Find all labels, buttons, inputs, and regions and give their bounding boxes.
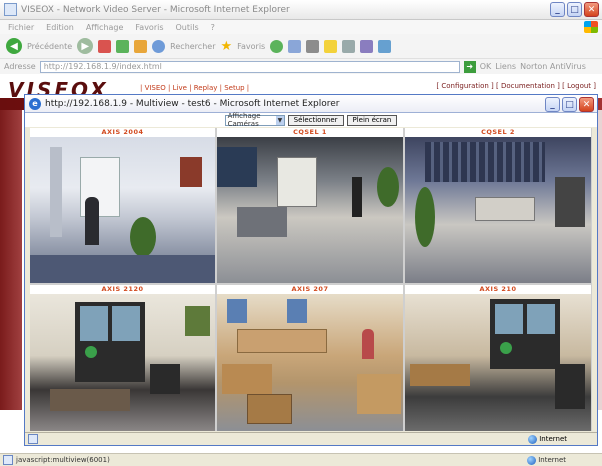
- go-arrow-icon[interactable]: ➜: [463, 60, 476, 73]
- camera-tile[interactable]: CQSEL 1: [217, 128, 403, 283]
- fullscreen-button[interactable]: Plein écran: [346, 114, 398, 126]
- popup-close-button[interactable]: ✕: [579, 97, 594, 112]
- multiview-popup: e http://192.168.1.9 - Multiview - test6…: [24, 94, 598, 446]
- camera-label: AXIS 210: [405, 285, 591, 294]
- refresh-icon[interactable]: [116, 39, 130, 53]
- browser-window: VISEOX - Network Video Server - Microsof…: [0, 0, 602, 466]
- address-input[interactable]: http://192.168.1.9/index.html: [39, 60, 460, 73]
- close-button[interactable]: ✕: [584, 2, 599, 17]
- stop-icon[interactable]: [98, 39, 112, 53]
- go-label[interactable]: OK: [480, 62, 492, 71]
- discuss-icon[interactable]: [360, 39, 374, 53]
- menu-help[interactable]: ?: [211, 23, 215, 32]
- camera-feed[interactable]: [30, 137, 215, 283]
- search-icon[interactable]: [152, 39, 166, 53]
- globe-icon: [527, 455, 537, 465]
- mail-icon[interactable]: [288, 39, 302, 53]
- camera-feed[interactable]: [30, 294, 215, 431]
- status-zone-label: Internet: [538, 456, 566, 464]
- back-arrow-icon[interactable]: ◀: [6, 38, 22, 54]
- camera-label: AXIS 207: [217, 285, 403, 294]
- home-icon[interactable]: [134, 39, 148, 53]
- browser-statusbar: javascript:multiview(6001) Internet: [0, 453, 602, 466]
- popup-zone-label: Internet: [539, 435, 567, 443]
- addressbar: Adresse http://192.168.1.9/index.html ➜ …: [0, 58, 602, 74]
- minimize-button[interactable]: _: [550, 2, 565, 17]
- camera-feed[interactable]: [405, 294, 591, 431]
- chevron-down-icon[interactable]: ▼: [276, 115, 284, 125]
- camera-grid: AXIS 2004 CQSEL 1 CQSEL 2 AXIS 2120 AXIS…: [30, 128, 592, 431]
- messenger-icon[interactable]: [378, 39, 392, 53]
- camera-feed[interactable]: [217, 137, 403, 283]
- page-icon: [28, 434, 38, 444]
- folder-icon[interactable]: [324, 39, 338, 53]
- camera-label: CQSEL 2: [405, 128, 591, 137]
- camera-tile[interactable]: AXIS 2120: [30, 285, 215, 431]
- page-header-links[interactable]: [ Configuration ] [ Documentation ] [ Lo…: [436, 82, 596, 90]
- camera-tile[interactable]: CQSEL 2: [405, 128, 591, 283]
- status-text: javascript:multiview(6001): [16, 456, 110, 464]
- page-nav[interactable]: | VISEO | Live | Replay | Setup |: [140, 84, 249, 92]
- camera-layout-select[interactable]: Affichage Caméras ▼: [224, 112, 285, 128]
- favorites-star-icon[interactable]: ★: [220, 39, 232, 54]
- edit-icon[interactable]: [342, 39, 356, 53]
- menu-edit[interactable]: Edition: [46, 23, 74, 32]
- camera-tile[interactable]: AXIS 2004: [30, 128, 215, 283]
- popup-statusbar: Internet: [25, 432, 597, 445]
- search-label[interactable]: Rechercher: [170, 42, 215, 51]
- address-url: http://192.168.1.9/index.html: [43, 62, 162, 71]
- ie-icon: e: [29, 97, 41, 110]
- camera-label: AXIS 2120: [30, 285, 215, 294]
- print-icon[interactable]: [306, 39, 320, 53]
- popup-titlebar: e http://192.168.1.9 - Multiview - test6…: [25, 95, 597, 113]
- favorites-label[interactable]: Favoris: [237, 42, 265, 51]
- toolbar: ◀ Précédente ▶ Rechercher ★ Favoris: [0, 34, 602, 58]
- camera-tile[interactable]: AXIS 210: [405, 285, 591, 431]
- popup-minimize-button[interactable]: _: [545, 97, 560, 112]
- back-label[interactable]: Précédente: [27, 42, 72, 51]
- menu-favorites[interactable]: Favoris: [135, 23, 163, 32]
- links-label[interactable]: Liens: [495, 62, 516, 71]
- globe-icon: [528, 434, 538, 444]
- camera-layout-value: Affichage Caméras: [227, 112, 261, 128]
- forward-arrow-icon[interactable]: ▶: [77, 38, 94, 54]
- popup-maximize-button[interactable]: □: [562, 97, 577, 112]
- norton-label[interactable]: Norton AntiVirus: [520, 62, 586, 71]
- viewer-controls: Affichage Caméras ▼ Sélectionner Plein é…: [25, 112, 597, 128]
- camera-tile[interactable]: AXIS 207: [217, 285, 403, 431]
- camera-feed[interactable]: [217, 294, 403, 431]
- camera-label: AXIS 2004: [30, 128, 215, 137]
- select-button[interactable]: Sélectionner: [287, 114, 344, 126]
- menu-file[interactable]: Fichier: [8, 23, 34, 32]
- side-decoration: [0, 110, 22, 410]
- history-icon[interactable]: [270, 39, 284, 53]
- camera-feed[interactable]: [405, 137, 591, 283]
- page-icon: [3, 455, 13, 465]
- menu-view[interactable]: Affichage: [86, 23, 124, 32]
- window-titlebar: VISEOX - Network Video Server - Microsof…: [0, 0, 602, 20]
- window-title: VISEOX - Network Video Server - Microsof…: [21, 4, 290, 15]
- menubar: Fichier Edition Affichage Favoris Outils…: [0, 20, 602, 34]
- windows-logo-icon: [584, 21, 598, 33]
- ie-icon: [4, 3, 17, 16]
- popup-title: http://192.168.1.9 - Multiview - test6 -…: [45, 98, 340, 109]
- maximize-button[interactable]: □: [567, 2, 582, 17]
- address-label: Adresse: [4, 62, 36, 71]
- camera-label: CQSEL 1: [217, 128, 403, 137]
- menu-tools[interactable]: Outils: [176, 23, 199, 32]
